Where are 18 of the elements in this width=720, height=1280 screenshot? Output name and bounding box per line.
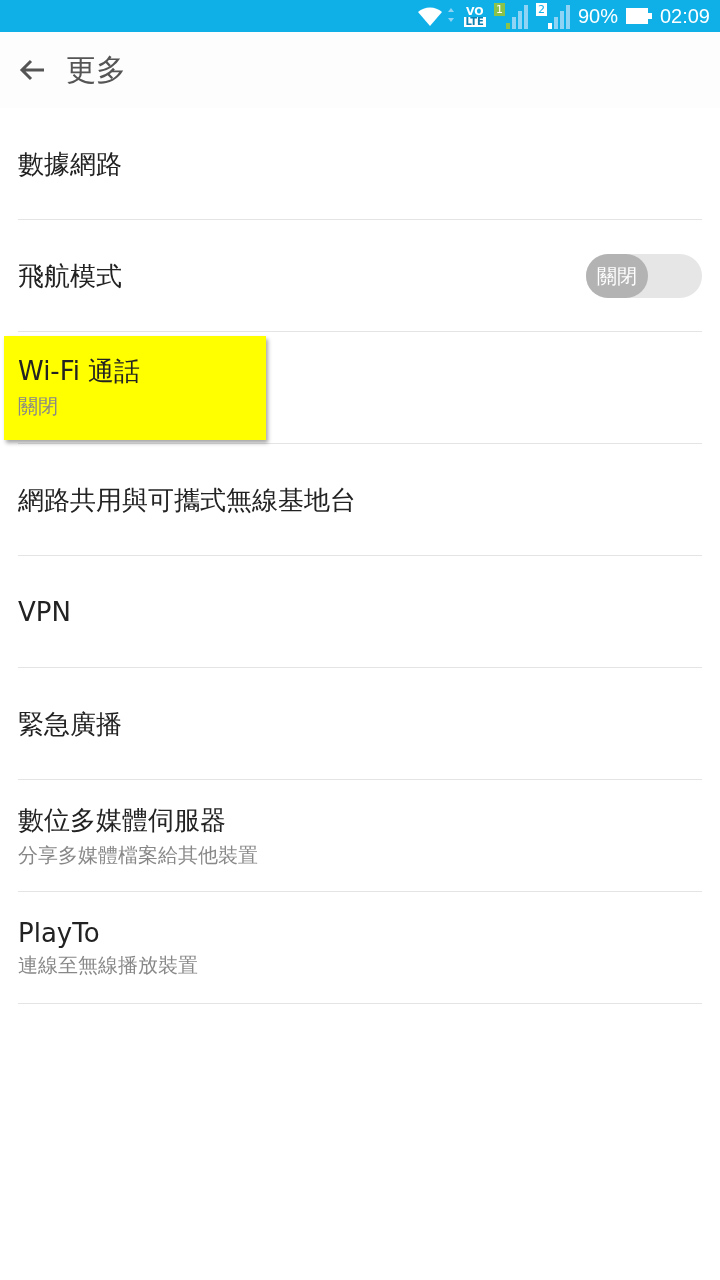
battery-percent: 90% [577, 4, 618, 28]
item-title: 數位多媒體伺服器 [18, 804, 227, 837]
item-title: 網路共用與可攜式無線基地台 [18, 483, 356, 517]
page-title: 更多 [66, 50, 126, 89]
back-icon[interactable] [18, 58, 46, 82]
battery-icon [625, 8, 652, 24]
clock: 02:09 [659, 4, 710, 28]
item-title: 數據網路 [18, 147, 122, 181]
wifi-icon [415, 4, 456, 28]
item-title: VPN [18, 597, 71, 627]
item-summary: 關閉 [18, 393, 59, 420]
item-title: 緊急廣播 [18, 707, 122, 741]
item-summary: 連線至無線播放裝置 [18, 951, 198, 979]
item-summary: 分享多媒體檔案給其他裝置 [18, 842, 258, 869]
item-title: 飛航模式 [18, 259, 122, 293]
item-title: PlayTo [18, 917, 101, 948]
item-title: Wi-Fi 通話 [18, 355, 142, 388]
toggle-thumb: 關閉 [586, 254, 648, 298]
